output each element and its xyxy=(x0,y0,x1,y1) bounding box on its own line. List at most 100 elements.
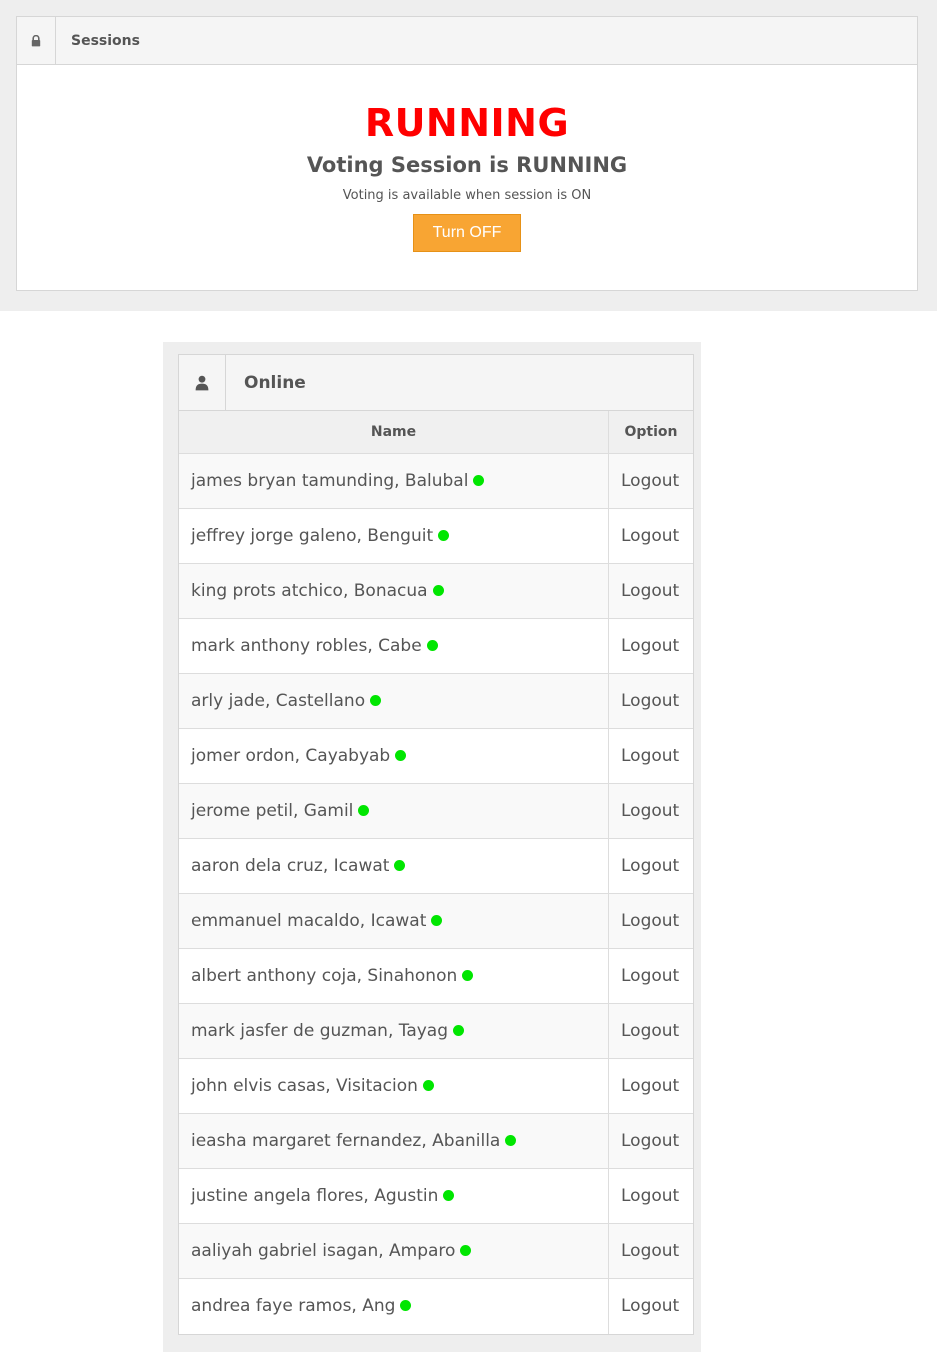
user-name: aaliyah gabriel isagan, Amparo xyxy=(191,1241,456,1261)
session-hint: Voting is available when session is ON xyxy=(342,188,592,203)
user-name-cell: jerome petil, Gamil xyxy=(179,783,609,839)
logout-link[interactable]: Logout xyxy=(621,1186,679,1206)
logout-link[interactable]: Logout xyxy=(621,801,679,821)
user-name: justine angela flores, Agustin xyxy=(191,1186,439,1206)
user-name-cell: andrea faye ramos, Ang xyxy=(179,1278,609,1334)
logout-link[interactable]: Logout xyxy=(621,746,679,766)
user-name: emmanuel macaldo, Icawat xyxy=(191,911,427,931)
online-status-dot-icon xyxy=(422,1079,434,1091)
session-status-big: RUNNING xyxy=(364,101,570,145)
user-name-cell: ieasha margaret fernandez, Abanilla xyxy=(179,1113,609,1169)
option-cell: Logout xyxy=(608,673,693,729)
online-status-dot-icon xyxy=(395,749,407,761)
table-row: jeffrey jorge galeno, Benguit Logout xyxy=(179,508,693,564)
online-status-dot-icon xyxy=(460,1244,472,1256)
user-name-cell: mark jasfer de guzman, Tayag xyxy=(179,1003,609,1059)
user-name: ieasha margaret fernandez, Abanilla xyxy=(191,1131,501,1151)
user-name: aaron dela cruz, Icawat xyxy=(191,856,390,876)
option-cell: Logout xyxy=(608,563,693,619)
option-cell: Logout xyxy=(608,1113,693,1169)
sessions-title: Sessions xyxy=(71,32,140,49)
option-cell: Logout xyxy=(608,948,693,1004)
table-row: aaron dela cruz, Icawat Logout xyxy=(179,838,693,894)
user-name: jomer ordon, Cayabyab xyxy=(191,746,391,766)
user-name: jeffrey jorge galeno, Benguit xyxy=(191,526,434,546)
user-name-cell: james bryan tamunding, Balubal xyxy=(179,453,609,509)
table-row: james bryan tamunding, Balubal Logout xyxy=(179,453,693,509)
option-cell: Logout xyxy=(608,1168,693,1224)
user-name-cell: arly jade, Castellano xyxy=(179,673,609,729)
table-row: mark jasfer de guzman, Tayag Logout xyxy=(179,1003,693,1059)
logout-link[interactable]: Logout xyxy=(621,966,679,986)
online-status-dot-icon xyxy=(358,804,370,816)
option-cell: Logout xyxy=(608,728,693,784)
online-status-dot-icon xyxy=(462,969,474,981)
logout-link[interactable]: Logout xyxy=(621,1021,679,1041)
sessions-section: Sessions RUNNING Voting Session is RUNNI… xyxy=(0,0,937,311)
user-name-cell: jeffrey jorge galeno, Benguit xyxy=(179,508,609,564)
option-cell: Logout xyxy=(608,508,693,564)
online-table: Name Option james bryan tamunding, Balub… xyxy=(179,411,693,1334)
online-status-dot-icon xyxy=(443,1189,455,1201)
user-name-cell: john elvis casas, Visitacion xyxy=(179,1058,609,1114)
table-row: jerome petil, Gamil Logout xyxy=(179,783,693,839)
user-name-cell: justine angela flores, Agustin xyxy=(179,1168,609,1224)
user-name: mark jasfer de guzman, Tayag xyxy=(191,1021,449,1041)
online-status-dot-icon xyxy=(431,914,443,926)
option-cell: Logout xyxy=(608,1278,693,1334)
column-header-name: Name xyxy=(179,411,609,454)
logout-link[interactable]: Logout xyxy=(621,856,679,876)
logout-link[interactable]: Logout xyxy=(621,911,679,931)
sessions-panel-header: Sessions xyxy=(17,17,917,65)
table-row: justine angela flores, Agustin Logout xyxy=(179,1168,693,1224)
online-status-dot-icon xyxy=(426,639,438,651)
table-row: aaliyah gabriel isagan, Amparo Logout xyxy=(179,1223,693,1279)
option-cell: Logout xyxy=(608,453,693,509)
table-row: john elvis casas, Visitacion Logout xyxy=(179,1058,693,1114)
table-row: jomer ordon, Cayabyab Logout xyxy=(179,728,693,784)
table-row: albert anthony coja, Sinahonon Logout xyxy=(179,948,693,1004)
logout-link[interactable]: Logout xyxy=(621,1076,679,1096)
sessions-body: RUNNING Voting Session is RUNNING Voting… xyxy=(17,101,917,252)
online-status-dot-icon xyxy=(400,1299,412,1311)
table-header-row: Name Option xyxy=(179,411,693,454)
online-status-dot-icon xyxy=(473,474,485,486)
table-row: arly jade, Castellano Logout xyxy=(179,673,693,729)
user-name: andrea faye ramos, Ang xyxy=(191,1296,396,1317)
logout-link[interactable]: Logout xyxy=(621,471,679,491)
logout-link[interactable]: Logout xyxy=(621,691,679,711)
lock-icon xyxy=(17,17,56,64)
online-status-dot-icon xyxy=(438,529,450,541)
online-status-dot-icon xyxy=(394,859,406,871)
table-row: ieasha margaret fernandez, Abanilla Logou… xyxy=(179,1113,693,1169)
user-name-cell: aaron dela cruz, Icawat xyxy=(179,838,609,894)
table-row: king prots atchico, Bonacua Logout xyxy=(179,563,693,619)
user-name-cell: jomer ordon, Cayabyab xyxy=(179,728,609,784)
user-name: albert anthony coja, Sinahonon xyxy=(191,966,458,986)
logout-link[interactable]: Logout xyxy=(621,581,679,601)
user-name-cell: emmanuel macaldo, Icawat xyxy=(179,893,609,949)
option-cell: Logout xyxy=(608,838,693,894)
user-name: arly jade, Castellano xyxy=(191,691,366,711)
online-status-dot-icon xyxy=(432,584,444,596)
online-status-dot-icon xyxy=(370,694,382,706)
user-name: mark anthony robles, Cabe xyxy=(191,636,422,656)
user-name-cell: king prots atchico, Bonacua xyxy=(179,563,609,619)
user-name-cell: albert anthony coja, Sinahonon xyxy=(179,948,609,1004)
logout-link[interactable]: Logout xyxy=(621,526,679,546)
online-title: Online xyxy=(244,372,306,393)
table-row: mark anthony robles, Cabe Logout xyxy=(179,618,693,674)
user-name: james bryan tamunding, Balubal xyxy=(191,471,469,491)
option-cell: Logout xyxy=(608,618,693,674)
online-section: Online Name Option james bryan tamunding… xyxy=(163,342,701,1352)
logout-link[interactable]: Logout xyxy=(621,1296,679,1316)
logout-link[interactable]: Logout xyxy=(621,1241,679,1261)
online-panel-header: Online xyxy=(179,355,693,411)
option-cell: Logout xyxy=(608,1223,693,1279)
logout-link[interactable]: Logout xyxy=(621,636,679,656)
user-name: john elvis casas, Visitacion xyxy=(191,1076,418,1096)
user-name-cell: mark anthony robles, Cabe xyxy=(179,618,609,674)
logout-link[interactable]: Logout xyxy=(621,1131,679,1151)
option-cell: Logout xyxy=(608,1058,693,1114)
turn-off-button[interactable]: Turn OFF xyxy=(413,214,521,252)
